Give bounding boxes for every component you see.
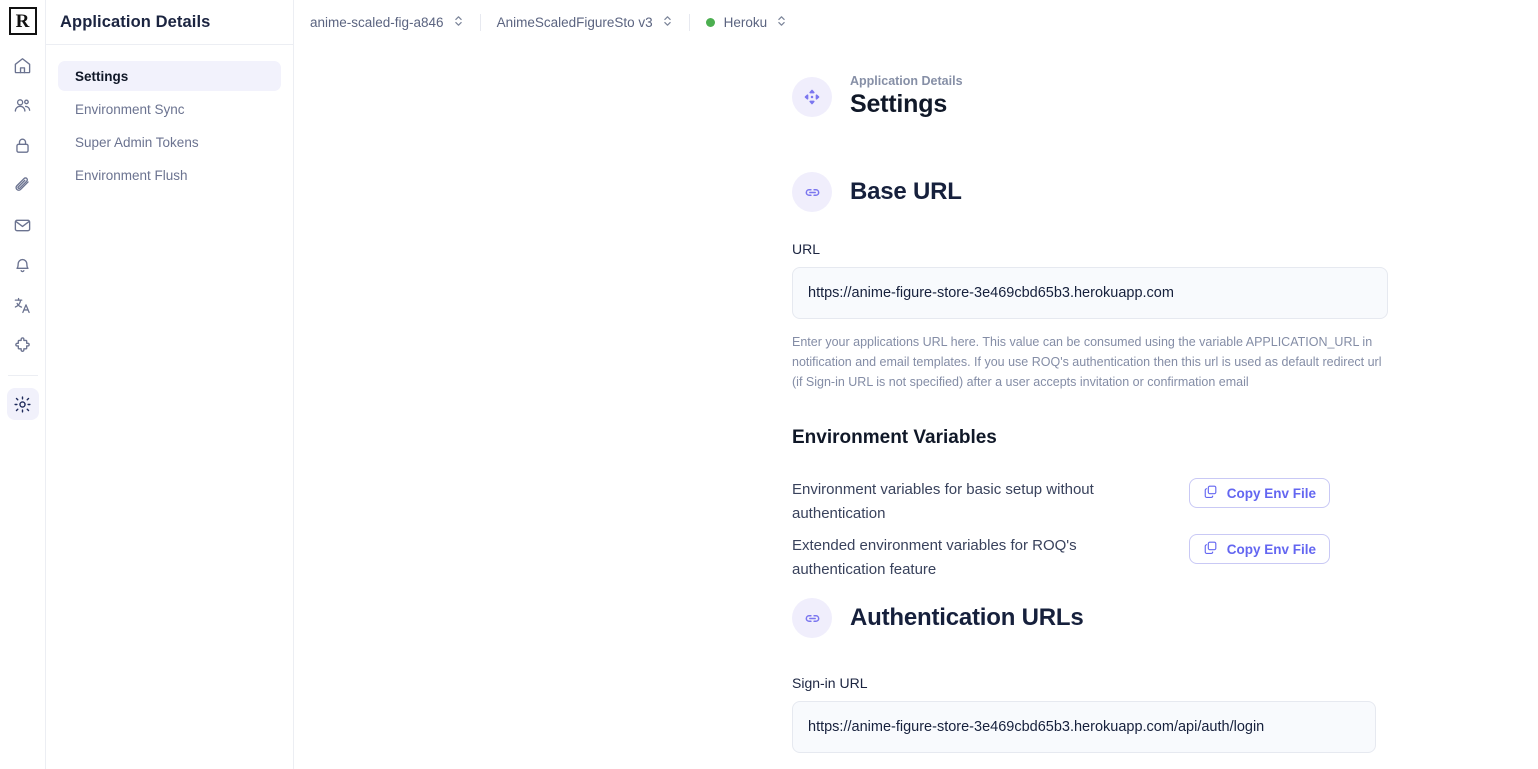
copy-env-file-basic-button[interactable]: Copy Env File	[1188, 478, 1330, 508]
copy-icon	[1203, 484, 1218, 502]
primary-icon-rail: R	[0, 0, 46, 769]
url-input[interactable]: https://anime-figure-store-3e469cbd65b3.…	[792, 267, 1388, 319]
chevron-updown-icon	[453, 14, 464, 31]
breadcrumb-label: anime-scaled-fig-a846	[310, 15, 444, 30]
signin-url-field-group: Sign-in URL https://anime-figure-store-3…	[792, 675, 1376, 753]
signin-url-input[interactable]: https://anime-figure-store-3e469cbd65b3.…	[792, 701, 1376, 753]
page-eyebrow: Application Details	[850, 74, 963, 88]
sidebar-item-settings[interactable]: Settings	[58, 61, 281, 91]
env-row-basic: Environment variables for basic setup wi…	[792, 478, 1330, 526]
copy-env-file-extended-label: Copy Env File	[1226, 541, 1316, 557]
sidebar-item-label: Environment Sync	[75, 101, 185, 117]
signin-url-label: Sign-in URL	[792, 675, 868, 691]
page-title: Settings	[850, 90, 948, 118]
breadcrumb-app-selector[interactable]: anime-scaled-fig-a846	[310, 14, 480, 31]
link-icon	[792, 598, 832, 638]
breadcrumb-project-selector[interactable]: AnimeScaledFigureSto v3	[479, 14, 689, 31]
paperclip-icon[interactable]	[7, 169, 39, 201]
url-help-text: Enter your applications URL here. This v…	[792, 335, 1382, 389]
env-row-extended: Extended environment variables for ROQ's…	[792, 534, 1330, 582]
copy-env-file-extended-button[interactable]: Copy Env File	[1188, 534, 1330, 564]
sidebar-item-label: Super Admin Tokens	[75, 134, 199, 150]
sidebar-item-environment-sync[interactable]: Environment Sync	[58, 94, 281, 124]
page-header-text: Application Details Settings	[850, 74, 963, 119]
lock-icon[interactable]	[7, 129, 39, 161]
base-url-section-header: Base URL	[792, 172, 962, 212]
app-logo[interactable]: R	[8, 7, 37, 35]
status-dot-icon	[705, 18, 715, 27]
app-root: R Application Details Settings Environme…	[0, 0, 1538, 769]
breadcrumb-environment-selector[interactable]: Heroku	[688, 14, 804, 31]
url-field-label: URL	[792, 241, 821, 257]
sidebar-item-super-admin-tokens[interactable]: Super Admin Tokens	[58, 127, 281, 157]
env-row-basic-text: Environment variables for basic setup wi…	[792, 481, 1094, 522]
puzzle-icon[interactable]	[7, 329, 39, 361]
sidebar-list: Settings Environment Sync Super Admin To…	[46, 45, 293, 193]
chevron-updown-icon	[662, 14, 673, 31]
breadcrumb-label: Heroku	[723, 15, 768, 30]
link-icon	[792, 172, 832, 212]
url-field-group: URL https://anime-figure-store-3e469cbd6…	[792, 241, 1388, 392]
settings-sidebar: Application Details Settings Environment…	[46, 0, 294, 769]
copy-env-file-basic-label: Copy Env File	[1226, 485, 1316, 501]
users-icon[interactable]	[7, 89, 39, 121]
environment-variables-title: Environment Variables	[792, 427, 997, 448]
translate-icon[interactable]	[7, 289, 39, 321]
auth-urls-section-title: Authentication URLs	[850, 604, 1084, 631]
mail-icon[interactable]	[7, 209, 39, 241]
main-area: anime-scaled-fig-a846 AnimeScaledFigureS…	[294, 0, 1538, 769]
copy-icon	[1203, 540, 1218, 558]
base-url-section-title: Base URL	[850, 178, 962, 205]
sidebar-item-label: Environment Flush	[75, 167, 188, 183]
breadcrumb: anime-scaled-fig-a846 AnimeScaledFigureS…	[294, 0, 1538, 45]
auth-urls-section-header: Authentication URLs	[792, 598, 1084, 638]
page-header: Application Details Settings	[792, 74, 963, 119]
settings-content: Application Details Settings Base URL UR…	[294, 45, 1538, 769]
move-icon	[792, 76, 832, 117]
sidebar-item-environment-flush[interactable]: Environment Flush	[58, 160, 281, 190]
gear-icon[interactable]	[6, 388, 39, 420]
rail-divider	[7, 375, 38, 376]
sidebar-title: Application Details	[46, 0, 293, 45]
chevron-updown-icon	[776, 14, 787, 31]
sidebar-item-label: Settings	[75, 68, 129, 84]
home-icon[interactable]	[7, 49, 39, 81]
bell-icon[interactable]	[7, 249, 39, 281]
breadcrumb-label: AnimeScaledFigureSto v3	[496, 15, 653, 30]
env-row-extended-text: Extended environment variables for ROQ's…	[792, 537, 1077, 578]
